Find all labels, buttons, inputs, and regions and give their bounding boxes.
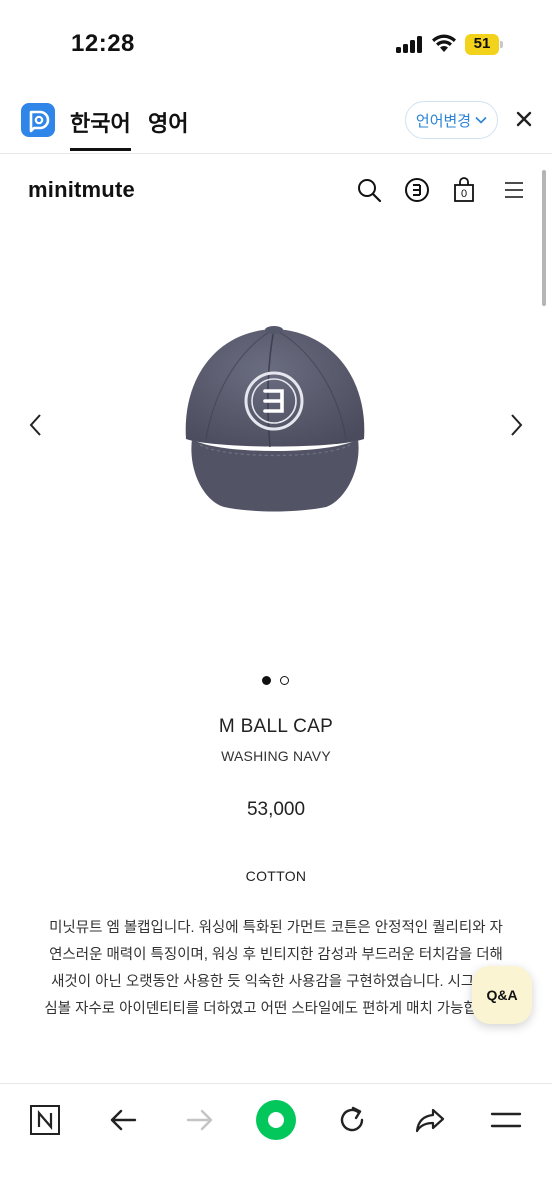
wifi-icon <box>432 34 456 52</box>
carousel-indicator <box>262 676 292 686</box>
menu-icon[interactable] <box>488 1102 524 1138</box>
brand-logo[interactable]: minitmute <box>28 177 135 203</box>
site-header: minitmute 0 <box>0 155 552 225</box>
product-image-carousel[interactable] <box>0 225 552 665</box>
status-time: 12:28 <box>71 30 135 57</box>
close-icon[interactable] <box>512 107 536 131</box>
product-description: 미닛뮤트 엠 볼캡입니다. 워싱에 특화된 가먼트 코튼은 안정적인 퀄리티와 … <box>44 920 508 1017</box>
product-name: M BALL CAP <box>218 716 334 737</box>
refresh-icon[interactable] <box>334 1102 370 1138</box>
carousel-dot-active[interactable] <box>262 676 271 685</box>
product-material: COTTON <box>245 868 307 884</box>
qa-button[interactable]: Q&A <box>472 966 532 1024</box>
papago-icon[interactable] <box>21 103 55 137</box>
share-icon[interactable] <box>412 1102 448 1138</box>
home-circle-icon[interactable] <box>254 1098 298 1142</box>
hamburger-menu-icon[interactable] <box>502 177 528 203</box>
change-language-label: 언어변경 <box>415 112 472 130</box>
search-icon[interactable] <box>356 177 382 203</box>
brand-e-icon[interactable] <box>404 177 430 203</box>
navy-ball-cap-image <box>185 326 365 512</box>
tab-korean[interactable]: 한국어 <box>70 106 131 151</box>
tab-english[interactable]: 영어 <box>148 106 188 138</box>
battery-level: 51 <box>473 35 491 52</box>
status-bar: 12:28 51 <box>0 0 552 90</box>
product-color: WASHING NAVY <box>221 748 331 764</box>
back-arrow-icon[interactable] <box>105 1102 141 1138</box>
forward-arrow-icon[interactable] <box>182 1102 218 1138</box>
change-language-button[interactable]: 언어변경 <box>405 101 498 139</box>
browser-toolbar <box>0 1083 552 1200</box>
chevron-left-icon[interactable] <box>26 410 46 440</box>
battery-indicator: 51 <box>465 34 503 55</box>
chevron-down-icon <box>475 116 487 124</box>
cart-count: 0 <box>460 188 468 200</box>
carousel-dot[interactable] <box>280 676 289 685</box>
chevron-right-icon[interactable] <box>506 410 526 440</box>
shopping-bag-icon[interactable]: 0 <box>452 177 476 203</box>
cellular-signal-icon <box>396 36 422 53</box>
naver-n-icon[interactable] <box>27 1102 63 1138</box>
product-price: 53,000 <box>246 799 306 820</box>
translate-bar: 한국어 영어 언어변경 <box>0 90 552 154</box>
